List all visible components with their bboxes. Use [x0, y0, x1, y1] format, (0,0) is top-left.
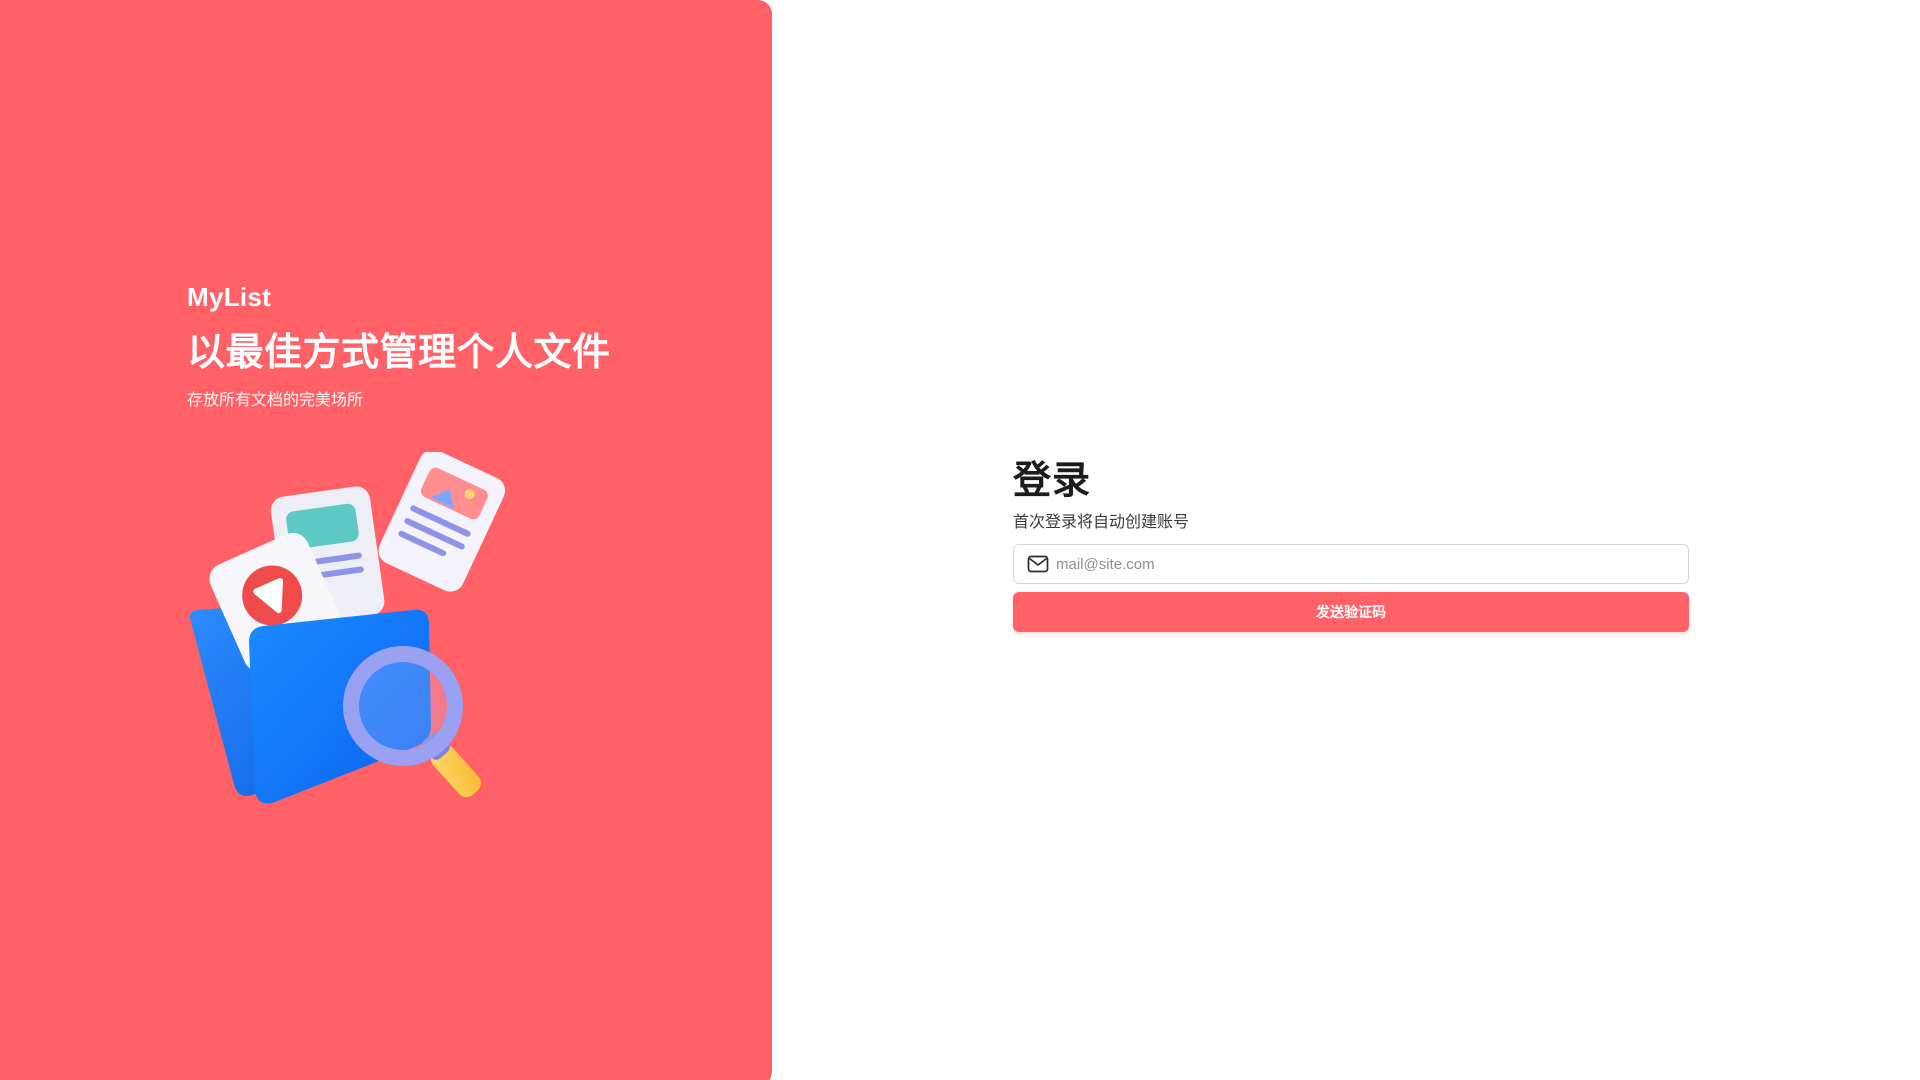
- folder-illustration-icon: [189, 452, 506, 804]
- hero-panel: MyList 以最佳方式管理个人文件 存放所有文档的完美场所: [0, 0, 772, 1080]
- login-subtitle: 首次登录将自动创建账号: [1013, 514, 1190, 531]
- brand-name: MyList: [187, 282, 272, 312]
- send-code-button[interactable]: 发送验证码: [1013, 592, 1689, 632]
- login-form: 登录 首次登录将自动创建账号 发送验证码: [1013, 458, 1689, 632]
- login-title: 登录: [1013, 460, 1092, 502]
- hero-tagline: 存放所有文档的完美场所: [187, 392, 364, 409]
- mail-icon: [1027, 555, 1049, 573]
- hero-text: MyList 以最佳方式管理个人文件 存放所有文档的完美场所: [187, 280, 611, 412]
- login-page: MyList 以最佳方式管理个人文件 存放所有文档的完美场所 登录 首次登录将自…: [0, 0, 1920, 1080]
- email-input[interactable]: [1056, 545, 1676, 583]
- hero-headline: 以最佳方式管理个人文件: [187, 332, 611, 374]
- email-field[interactable]: [1013, 544, 1689, 584]
